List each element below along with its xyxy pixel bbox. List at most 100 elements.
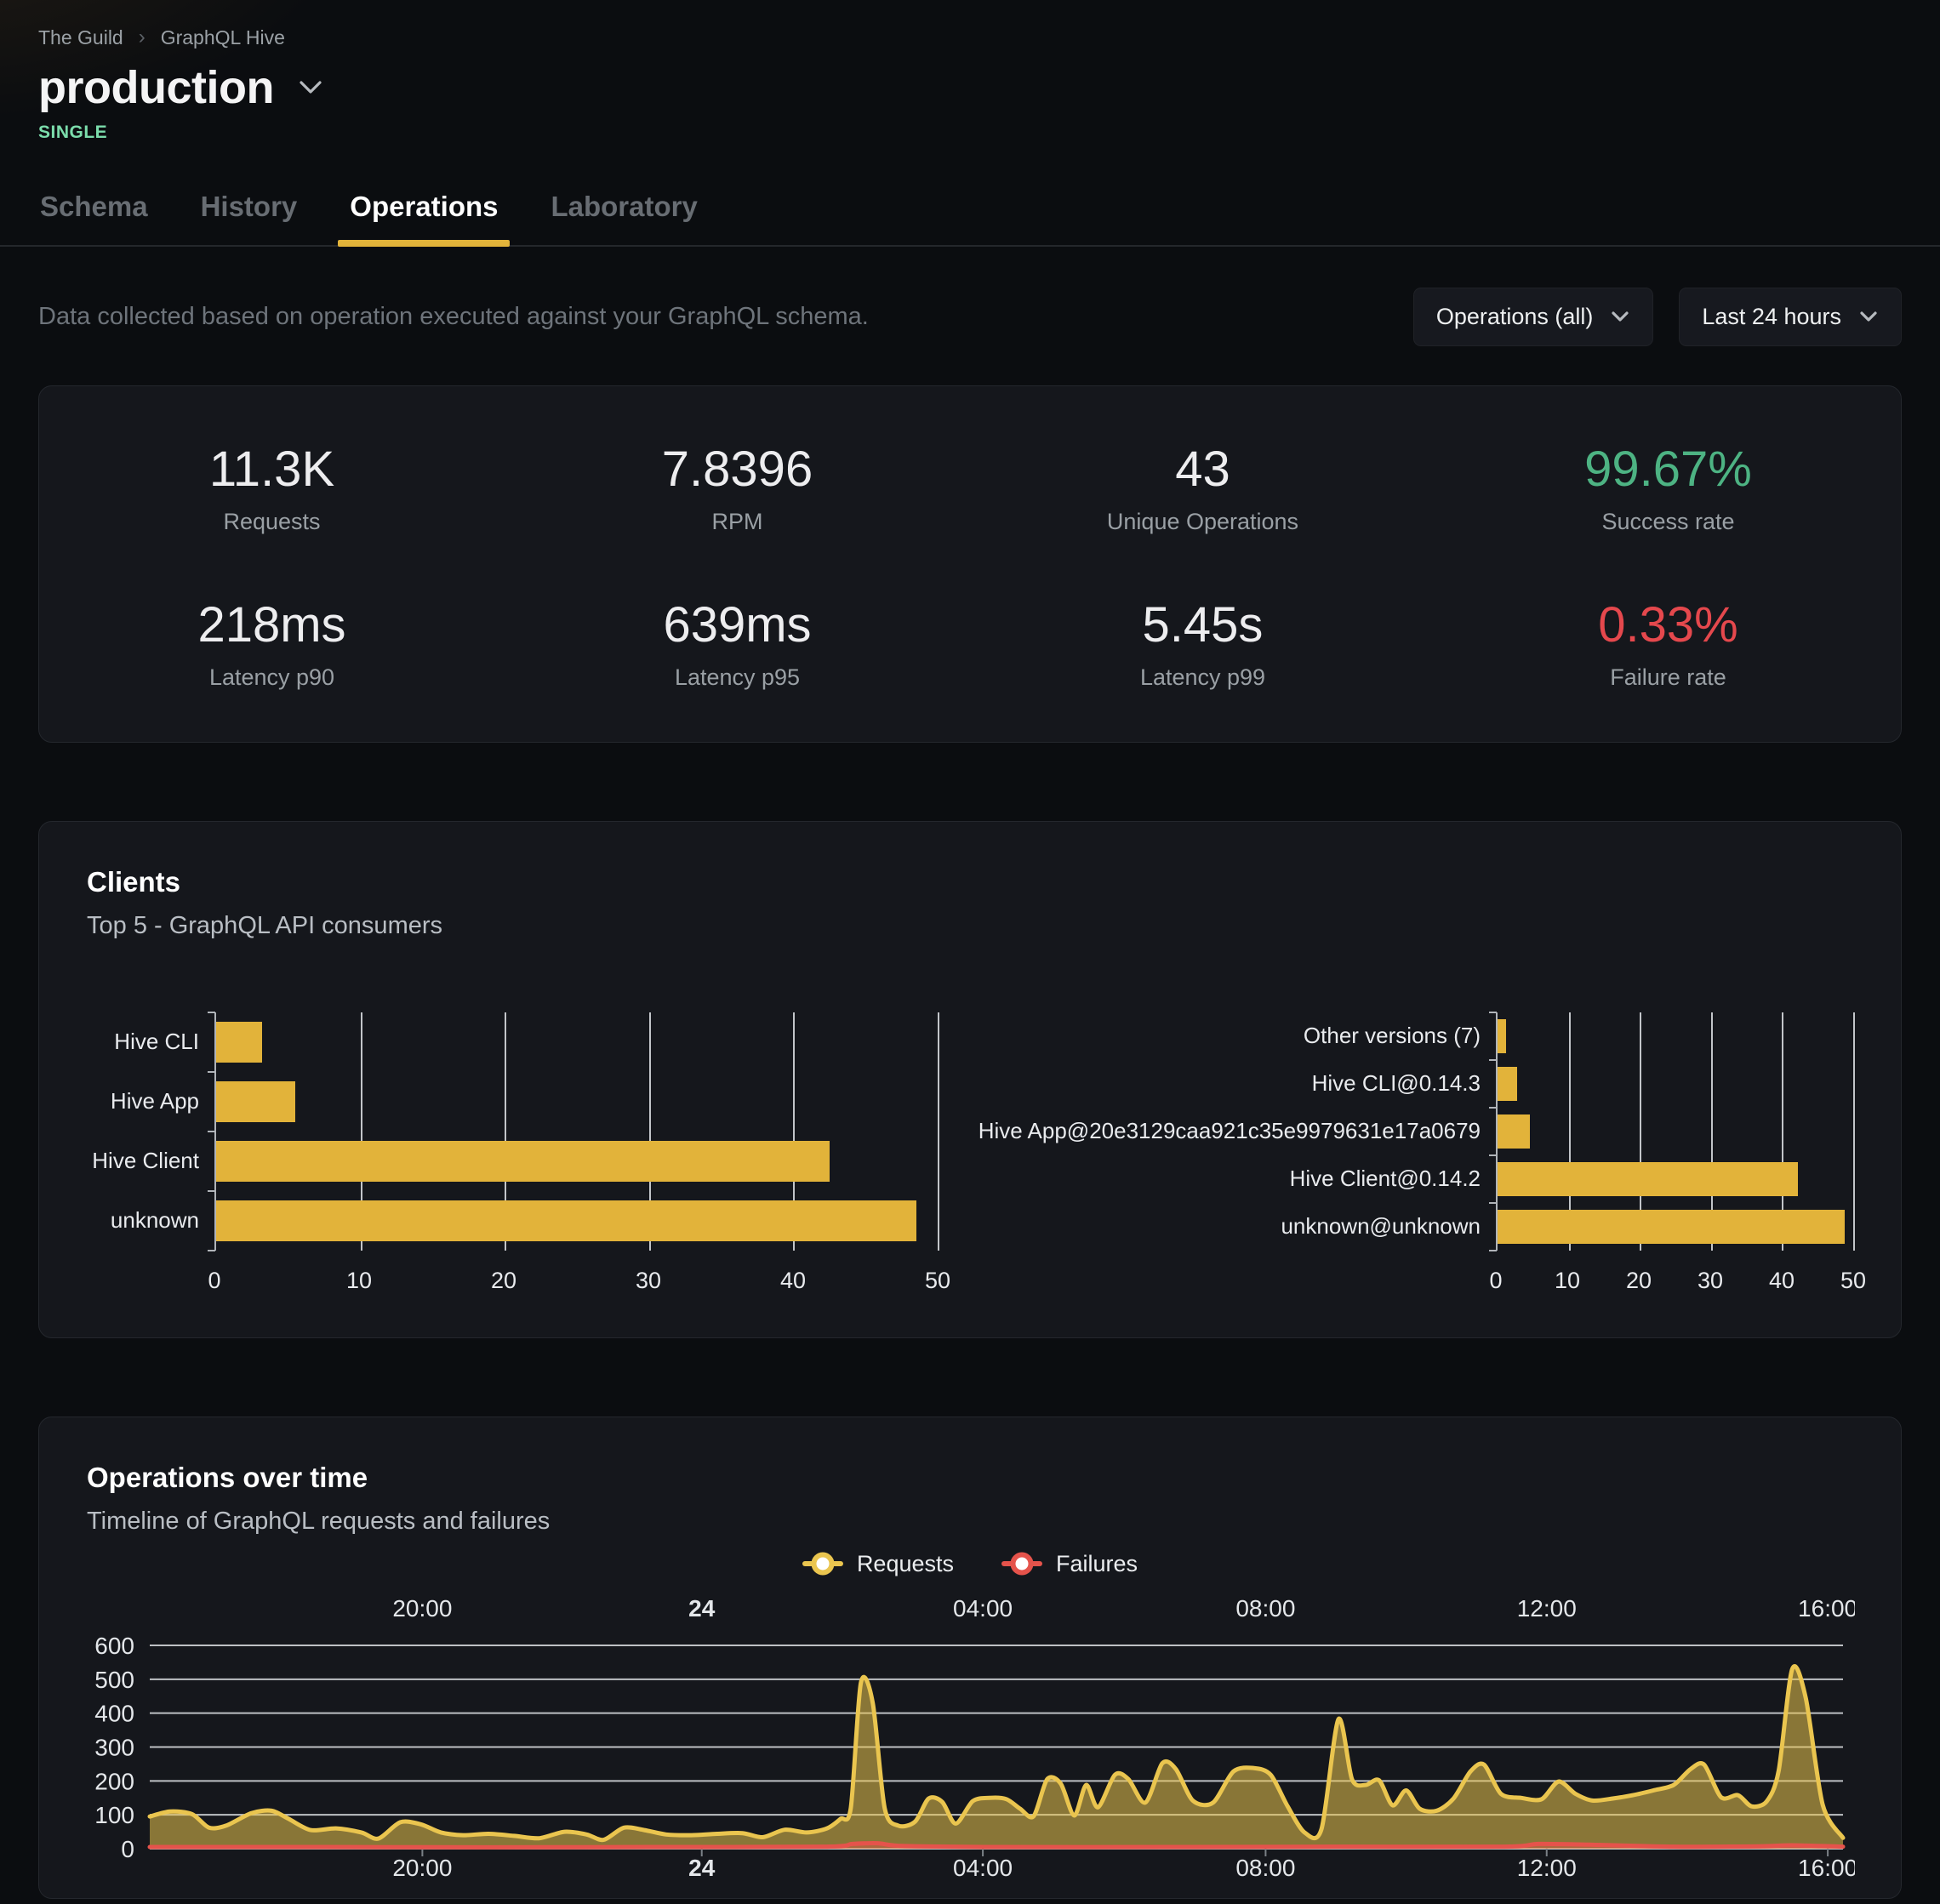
bar-x-axis-labels: 01020304050 xyxy=(1496,1251,1853,1295)
tab-schema[interactable]: Schema xyxy=(38,182,150,245)
requests-series-icon xyxy=(802,1561,843,1566)
bar-category-label: Hive Client xyxy=(87,1132,214,1191)
gridline xyxy=(938,1012,939,1251)
target-selector-chevron-down-icon[interactable] xyxy=(296,78,325,97)
time-range-dropdown[interactable]: Last 24 hours xyxy=(1679,288,1902,346)
axis-tick xyxy=(1489,1059,1497,1061)
axis-tick xyxy=(1489,1202,1497,1204)
bar[interactable] xyxy=(1498,1067,1517,1101)
operations-dashboard: The Guild › GraphQL Hive production SING… xyxy=(0,0,1940,1899)
breadcrumb-project[interactable]: GraphQL Hive xyxy=(161,26,285,49)
y-tick-label: 200 xyxy=(94,1768,134,1794)
x-tick-label-top: 16:00 xyxy=(1798,1595,1855,1622)
tab-operations[interactable]: Operations xyxy=(348,182,499,245)
collection-description: Data collected based on operation execut… xyxy=(38,303,869,331)
x-tick-label: 0 xyxy=(208,1268,220,1294)
y-tick-label: 100 xyxy=(94,1802,134,1828)
operations-over-time-card: Operations over time Timeline of GraphQL… xyxy=(38,1417,1902,1899)
bar[interactable] xyxy=(216,1200,916,1241)
x-tick-label-top: 20:00 xyxy=(392,1595,452,1622)
clients-by-name-chart[interactable]: Hive CLIHive AppHive Clientunknown0 10 20 3… xyxy=(87,1012,938,1295)
y-tick-label: 400 xyxy=(94,1700,134,1726)
bar-category-label: Hive CLI@0.14.3 xyxy=(998,1060,1496,1108)
bar-category-label: Hive App xyxy=(87,1072,214,1132)
y-tick-label: 0 xyxy=(121,1836,134,1862)
bar-row xyxy=(1498,1108,1853,1155)
bar-row xyxy=(1498,1060,1853,1108)
legend-item-requests[interactable]: Requests xyxy=(802,1551,954,1577)
x-tick-label-bottom: 20:00 xyxy=(392,1855,452,1881)
y-tick-label: 600 xyxy=(94,1633,134,1659)
x-tick-label: 0 xyxy=(1489,1268,1502,1294)
failures-series-icon xyxy=(1001,1561,1042,1566)
x-tick-label-bottom: 16:00 xyxy=(1798,1855,1855,1881)
bar-x-axis-labels: 01020304050 xyxy=(214,1251,938,1295)
x-tick-label-top: 12:00 xyxy=(1517,1595,1577,1622)
bar-category-label: Hive CLI xyxy=(87,1012,214,1072)
x-tick-label: 40 xyxy=(1769,1268,1794,1294)
bar-plot-area[interactable] xyxy=(1496,1012,1853,1251)
bar[interactable] xyxy=(216,1081,295,1122)
axis-tick xyxy=(1489,1154,1497,1156)
clients-by-version-chart[interactable]: Other versions (7)Hive CLI@0.14.3Hive Ap… xyxy=(998,1012,1853,1295)
x-tick-label-top: 24 xyxy=(688,1595,716,1622)
clients-card: Clients Top 5 - GraphQL API consumers Hi… xyxy=(38,821,1902,1338)
y-tick-label: 500 xyxy=(94,1666,134,1692)
axis-tick xyxy=(208,1190,215,1192)
x-tick-label-top: 04:00 xyxy=(953,1595,1013,1622)
stat-requests: 11.3K Requests xyxy=(39,408,505,564)
target-type-badge: SINGLE xyxy=(38,123,1902,143)
bar[interactable] xyxy=(216,1141,830,1182)
time-range-label: Last 24 hours xyxy=(1702,304,1841,330)
bar[interactable] xyxy=(1498,1210,1845,1244)
stat-latency-p95: 639ms Latency p95 xyxy=(505,564,970,720)
stat-success-rate: 99.67% Success rate xyxy=(1435,408,1901,564)
bar[interactable] xyxy=(1498,1114,1530,1149)
bar-row xyxy=(1498,1012,1853,1060)
stat-latency-p99: 5.45s Latency p99 xyxy=(970,564,1435,720)
bar-row xyxy=(216,1012,938,1072)
legend-item-failures[interactable]: Failures xyxy=(1001,1551,1138,1577)
operations-filter-dropdown[interactable]: Operations (all) xyxy=(1413,288,1654,346)
clients-subtitle: Top 5 - GraphQL API consumers xyxy=(87,912,1853,940)
chevron-down-icon xyxy=(1858,311,1879,323)
bar[interactable] xyxy=(1498,1019,1506,1053)
stat-unique-operations: 43 Unique Operations xyxy=(970,408,1435,564)
tab-bar: Schema History Operations Laboratory xyxy=(0,182,1940,247)
chevron-down-icon xyxy=(1610,311,1630,323)
x-tick-label-top: 08:00 xyxy=(1235,1595,1295,1622)
x-tick-label: 50 xyxy=(925,1268,950,1294)
bar[interactable] xyxy=(216,1022,262,1063)
timeline-subtitle: Timeline of GraphQL requests and failure… xyxy=(87,1508,1853,1536)
timeline-chart[interactable]: 010020030040050060020:0020:00242404:0004… xyxy=(87,1582,1853,1886)
x-tick-label: 10 xyxy=(1555,1268,1580,1294)
x-tick-label-bottom: 04:00 xyxy=(953,1855,1013,1881)
x-tick-label: 50 xyxy=(1840,1268,1866,1294)
bar-row xyxy=(216,1132,938,1191)
x-tick-label: 20 xyxy=(1626,1268,1652,1294)
stat-failure-rate: 0.33% Failure rate xyxy=(1435,564,1901,720)
bar[interactable] xyxy=(1498,1162,1798,1196)
x-tick-label: 10 xyxy=(346,1268,372,1294)
breadcrumb: The Guild › GraphQL Hive xyxy=(38,0,1902,49)
axis-tick xyxy=(208,1131,215,1132)
breadcrumb-org[interactable]: The Guild xyxy=(38,26,123,49)
bar-row xyxy=(216,1191,938,1251)
clients-title: Clients xyxy=(87,866,1853,898)
axis-tick xyxy=(208,1071,215,1073)
bar-category-labels: Hive CLIHive AppHive Clientunknown xyxy=(87,1012,214,1295)
x-tick-label-bottom: 24 xyxy=(688,1855,716,1881)
tab-history[interactable]: History xyxy=(199,182,300,245)
x-tick-label: 30 xyxy=(636,1268,661,1294)
bar-row xyxy=(1498,1203,1853,1251)
tab-laboratory[interactable]: Laboratory xyxy=(549,182,699,245)
bar-category-label: Hive App@20e3129caa921c35e9979631e17a067… xyxy=(998,1108,1496,1155)
breadcrumb-separator-icon: › xyxy=(139,26,146,49)
page-title: production xyxy=(38,61,274,114)
bar-plot-area[interactable] xyxy=(214,1012,938,1251)
x-tick-label-bottom: 08:00 xyxy=(1235,1855,1295,1881)
axis-tick xyxy=(208,1012,215,1013)
x-tick-label: 20 xyxy=(491,1268,516,1294)
operations-filter-label: Operations (all) xyxy=(1436,304,1594,330)
bar-category-labels: Other versions (7)Hive CLI@0.14.3Hive Ap… xyxy=(998,1012,1496,1295)
